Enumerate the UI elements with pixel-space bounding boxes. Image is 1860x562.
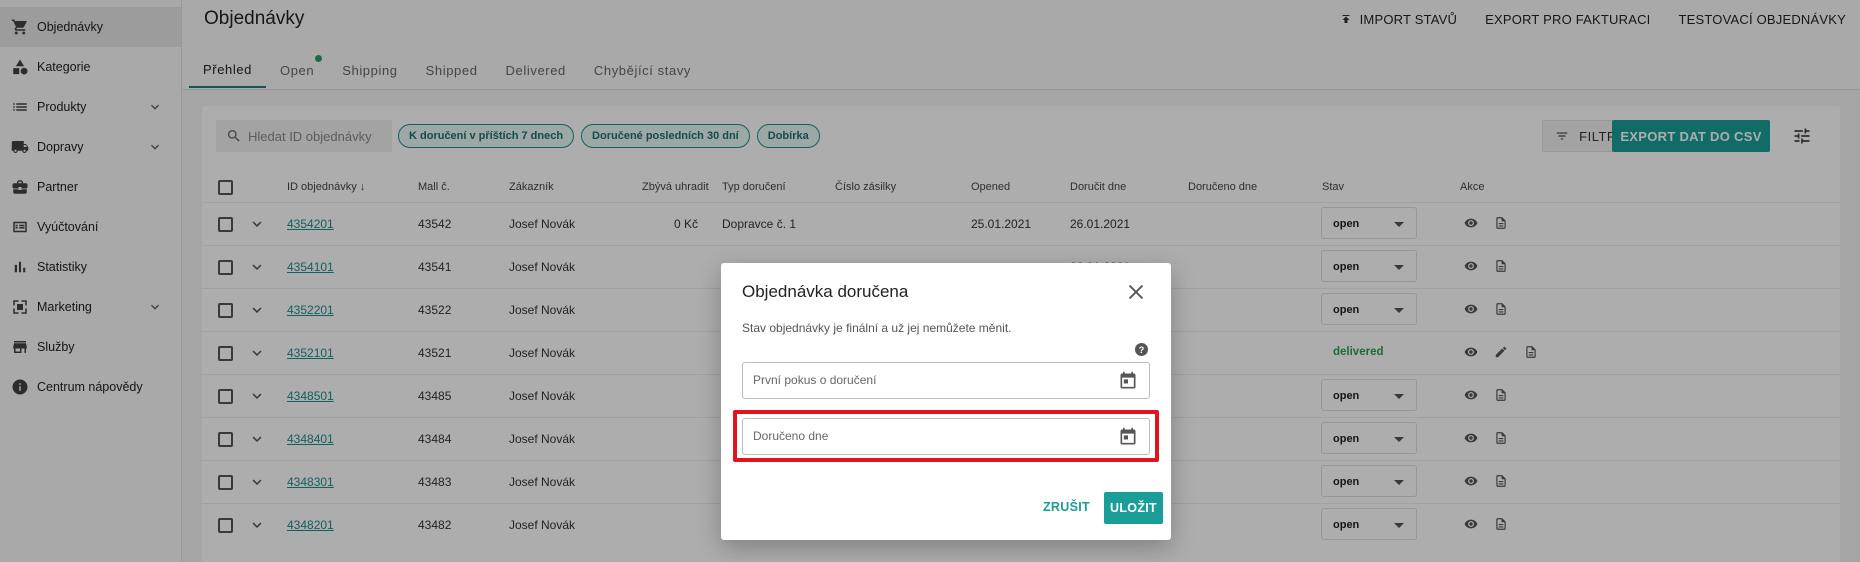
calendar-icon[interactable]: [1118, 427, 1138, 447]
dialog-description: Stav objednávky je finální a už jej nemů…: [742, 321, 1012, 335]
save-button[interactable]: ULOŽIT: [1104, 492, 1163, 524]
first-attempt-field[interactable]: [742, 362, 1150, 399]
close-icon[interactable]: [1125, 281, 1147, 303]
cancel-button[interactable]: ZRUŠIT: [1043, 500, 1090, 514]
delivered-on-field[interactable]: [742, 418, 1150, 455]
calendar-icon[interactable]: [1118, 371, 1138, 391]
dialog-title: Objednávka doručena: [742, 282, 909, 301]
delivered-on-input[interactable]: [753, 429, 1093, 443]
delivered-dialog: Objednávka doručena Stav objednávky je f…: [721, 263, 1171, 540]
first-attempt-input[interactable]: [753, 373, 1093, 387]
help-icon[interactable]: ?: [1135, 343, 1148, 356]
